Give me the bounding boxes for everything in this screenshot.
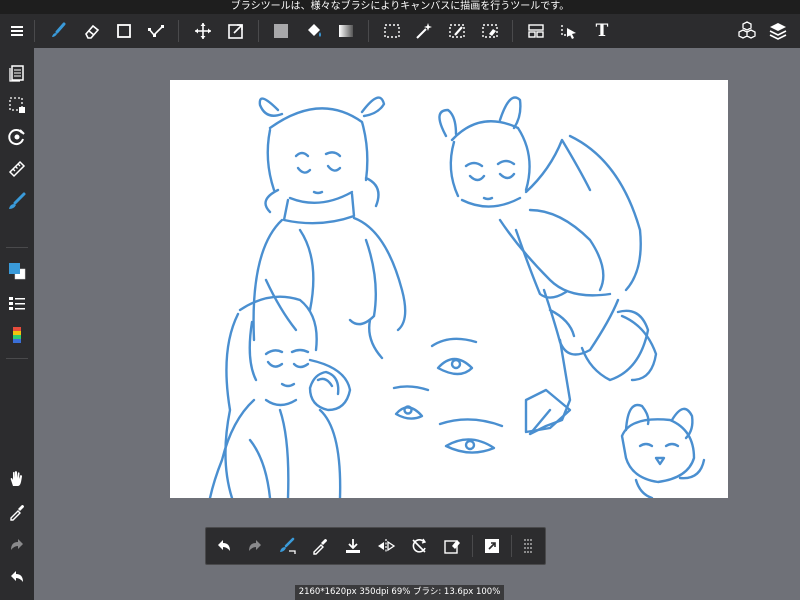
- ruler-icon: [8, 160, 26, 178]
- redo-icon: [11, 539, 23, 550]
- sketch-artwork: [208, 96, 706, 498]
- eyedropper-icon: [313, 539, 327, 555]
- operation-icon: [561, 25, 576, 39]
- selection-icon: [9, 97, 25, 113]
- stroke-edit-button[interactable]: [142, 17, 170, 45]
- eyedropper-icon: [10, 505, 24, 521]
- brush-list-icon: [9, 297, 25, 310]
- 3d-material-icon: [738, 21, 756, 39]
- stabilizer-brush-icon: [280, 537, 296, 554]
- gradient-tool-button[interactable]: [332, 17, 360, 45]
- more-icon: [524, 539, 532, 553]
- canvas-info-bar: 2160*1620px 350dpi 69% ブラシ: 13.6px 100%: [295, 585, 504, 600]
- color-swatch-icon: [9, 263, 26, 280]
- stabilizer-button[interactable]: [273, 532, 301, 560]
- move-icon: [195, 23, 211, 39]
- brush-settings-button[interactable]: [3, 187, 31, 215]
- menu-icon: [11, 26, 23, 36]
- flip-horizontal-button[interactable]: [372, 532, 400, 560]
- save-button[interactable]: [339, 532, 367, 560]
- undo-icon: [11, 571, 23, 582]
- page-manager-button[interactable]: [3, 59, 31, 87]
- selection-button[interactable]: [3, 91, 31, 119]
- rotate-reset-button[interactable]: [405, 532, 433, 560]
- color-palette-button[interactable]: [3, 321, 31, 349]
- undo-button[interactable]: [3, 563, 31, 591]
- bucket-tool-button[interactable]: [300, 17, 328, 45]
- top-toolbar: T: [0, 14, 800, 48]
- fullscreen-icon: [485, 539, 499, 553]
- color-swatch-button[interactable]: [3, 257, 31, 285]
- eyedropper-button[interactable]: [306, 532, 334, 560]
- more-button[interactable]: [514, 532, 542, 560]
- select-rectangle-button[interactable]: [378, 17, 406, 45]
- stroke-points-icon: [148, 25, 164, 37]
- save-icon: [346, 539, 360, 553]
- eyedropper-button[interactable]: [3, 498, 31, 526]
- snap-icon: [8, 129, 25, 146]
- erase-layer-button[interactable]: [438, 532, 466, 560]
- select-pen-icon: [449, 24, 465, 38]
- layers-icon: [769, 23, 787, 40]
- brush-list-button[interactable]: [3, 289, 31, 317]
- select-pen-button[interactable]: [443, 17, 471, 45]
- operation-tool-button[interactable]: [555, 17, 583, 45]
- 3d-material-button[interactable]: [733, 17, 761, 45]
- fill-color-icon: [274, 24, 288, 38]
- fill-color-button[interactable]: [267, 17, 295, 45]
- magic-wand-icon: [416, 23, 432, 39]
- status-message: ブラシツールは、様々なブラシによりキャンバスに描画を行うツールです。: [0, 0, 800, 14]
- text-icon: T: [595, 21, 609, 41]
- frame-divider-button[interactable]: [522, 17, 550, 45]
- hand-icon: [10, 471, 22, 486]
- redo-icon: [249, 540, 261, 551]
- ruler-button[interactable]: [3, 155, 31, 183]
- layers-button[interactable]: [764, 17, 792, 45]
- left-toolbar: [0, 48, 34, 600]
- brush-icon: [52, 22, 66, 37]
- brush-tool-button[interactable]: [44, 17, 72, 45]
- redo-button[interactable]: [241, 532, 269, 560]
- shape-tool-button[interactable]: [110, 17, 138, 45]
- select-eraser-button[interactable]: [476, 17, 504, 45]
- bucket-icon: [308, 24, 321, 37]
- rotate-reset-icon: [412, 538, 427, 553]
- shape-rectangle-icon: [117, 24, 131, 38]
- undo-icon: [218, 540, 230, 551]
- undo-button[interactable]: [210, 532, 238, 560]
- snap-button[interactable]: [3, 123, 31, 151]
- redo-button[interactable]: [3, 531, 31, 559]
- fullscreen-button[interactable]: [478, 532, 506, 560]
- erase-layer-icon: [444, 540, 460, 554]
- eraser-icon: [85, 24, 100, 39]
- select-rectangle-icon: [384, 24, 400, 38]
- menu-button[interactable]: [3, 17, 31, 45]
- hand-tool-button[interactable]: [3, 465, 31, 493]
- move-tool-button[interactable]: [189, 17, 217, 45]
- transform-tool-button[interactable]: [222, 17, 250, 45]
- eraser-tool-button[interactable]: [78, 17, 106, 45]
- bottom-quick-toolbar: [205, 527, 546, 565]
- drawing-canvas[interactable]: [170, 80, 728, 498]
- frame-divider-icon: [528, 24, 544, 38]
- brush-settings-icon: [9, 192, 26, 209]
- transform-icon: [228, 24, 243, 39]
- text-tool-button[interactable]: T: [588, 17, 616, 45]
- gradient-icon: [339, 25, 353, 37]
- flip-horizontal-icon: [378, 539, 396, 553]
- page-manager-icon: [9, 65, 24, 82]
- select-eraser-icon: [482, 24, 498, 38]
- magic-wand-button[interactable]: [410, 17, 438, 45]
- color-palette-icon: [13, 327, 21, 343]
